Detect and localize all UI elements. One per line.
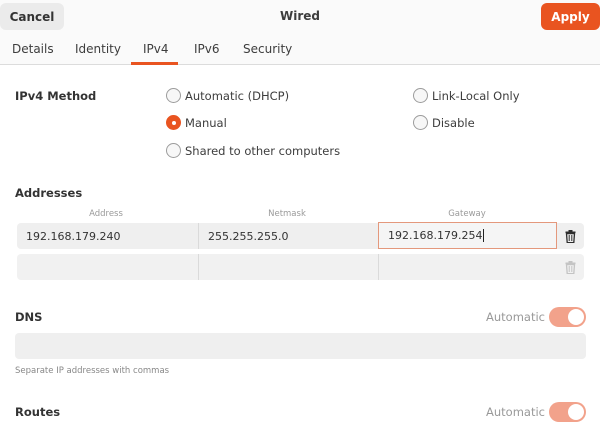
trash-icon: [565, 260, 576, 274]
window-title: Wired: [280, 9, 320, 23]
ipv4-method-label: IPv4 Method: [15, 89, 97, 103]
radio-shared[interactable]: Shared to other computers: [166, 143, 340, 158]
tab-identity[interactable]: Identity: [75, 42, 121, 56]
radio-circle-checked: [166, 115, 181, 130]
radio-automatic-dhcp[interactable]: Automatic (DHCP): [166, 88, 289, 103]
radio-label: Disable: [432, 115, 475, 130]
text-caret: [483, 229, 485, 242]
tab-bar: Details Identity IPv4 IPv6 Security: [0, 34, 600, 65]
dns-hint-text: Separate IP addresses with commas: [15, 366, 170, 376]
radio-label: Link-Local Only: [432, 88, 520, 103]
radio-link-local-only[interactable]: Link-Local Only: [413, 88, 520, 103]
gateway-input[interactable]: 192.168.179.254: [378, 222, 557, 249]
gateway-input-empty[interactable]: [378, 254, 557, 280]
switch-knob: [568, 309, 584, 325]
tab-details[interactable]: Details: [12, 42, 54, 56]
column-header-address: Address: [89, 209, 123, 219]
active-tab-indicator: [131, 62, 178, 65]
addresses-label: Addresses: [15, 186, 83, 200]
trash-icon: [565, 229, 576, 243]
tab-ipv6[interactable]: IPv6: [194, 42, 220, 56]
radio-label: Automatic (DHCP): [185, 88, 290, 103]
radio-label: Shared to other computers: [185, 143, 341, 158]
radio-disable[interactable]: Disable: [413, 115, 475, 130]
radio-label: Manual: [185, 115, 227, 130]
radio-manual[interactable]: Manual: [166, 115, 227, 130]
delete-row-button[interactable]: [557, 223, 584, 249]
apply-button[interactable]: Apply: [541, 3, 600, 30]
radio-circle: [166, 143, 181, 158]
delete-row-button-disabled: [557, 254, 584, 280]
column-header-gateway: Gateway: [448, 209, 486, 219]
tab-security[interactable]: Security: [243, 42, 292, 56]
netmask-input[interactable]: 255.255.255.0: [198, 223, 378, 249]
radio-circle: [413, 115, 428, 130]
switch-knob: [568, 404, 584, 420]
radio-circle: [413, 88, 428, 103]
tab-ipv4[interactable]: IPv4: [143, 42, 169, 56]
address-input[interactable]: 192.168.179.240: [17, 223, 198, 249]
dns-label: DNS: [15, 310, 43, 324]
dns-servers-input[interactable]: [15, 333, 586, 359]
routes-label: Routes: [15, 405, 61, 419]
dns-automatic-switch[interactable]: [549, 307, 586, 327]
gateway-value: 192.168.179.254: [388, 229, 483, 242]
routes-automatic-switch[interactable]: [549, 402, 586, 422]
address-input-empty[interactable]: [17, 254, 198, 280]
dns-automatic-label: Automatic: [486, 310, 545, 324]
radio-circle: [166, 88, 181, 103]
header-bar: Cancel Wired Apply: [0, 0, 600, 34]
column-header-netmask: Netmask: [268, 209, 306, 219]
routes-automatic-label: Automatic: [486, 405, 545, 419]
netmask-input-empty[interactable]: [198, 254, 378, 280]
